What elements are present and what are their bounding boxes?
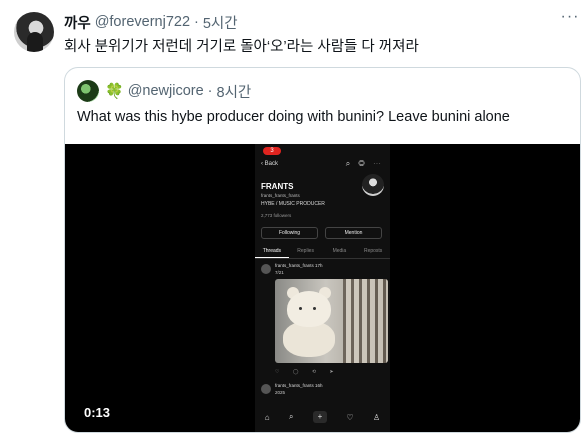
- heart-icon: ♡: [346, 412, 354, 422]
- plus-icon: +: [312, 411, 327, 423]
- home-icon: ⌂: [264, 412, 270, 422]
- quoted-author-avatar: [77, 80, 99, 102]
- video-frame-phone-screenshot: 3 ‹ Back ⌕ ◎ ⋯ FRANTS frants_frants_fran…: [255, 144, 390, 432]
- post-actions: ♡ ◯ ⟲ ➤: [275, 369, 340, 375]
- quoted-tweet-text: What was this hybe producer doing with b…: [77, 109, 510, 125]
- clover-icon: 🍀: [105, 83, 124, 100]
- more-options-icon[interactable]: ···: [560, 9, 580, 30]
- tab-threads: Threads: [255, 245, 289, 258]
- quoted-tweet-time: 8시간: [216, 84, 252, 101]
- back-label: ‹ Back: [261, 161, 279, 167]
- separator-dot: ·: [194, 14, 199, 30]
- profile-bio: HYBE / MUSIC PRODUCER: [261, 201, 325, 207]
- shelf: [343, 279, 388, 363]
- tab-replies: Replies: [297, 248, 314, 254]
- quoted-tweet[interactable]: 🍀 @newjicore · 8시간 What was this hybe pr…: [64, 67, 581, 433]
- post-avatar: [261, 264, 271, 274]
- header-icons: ⌕ ◎ ⋯: [345, 159, 384, 168]
- tweet-header: 까우 @forevernj722 · 5시간: [64, 12, 238, 32]
- video-duration: 0:13: [84, 405, 111, 420]
- post-username: frants_frants_frants 17h: [275, 263, 323, 268]
- post-avatar: [261, 384, 271, 394]
- tab-media: Media: [332, 248, 347, 254]
- profile-icon: ♙: [373, 412, 381, 422]
- quoted-author-handle: @newjicore: [127, 83, 204, 99]
- post-username: frants_frants_frants 16h: [275, 383, 323, 388]
- tweet[interactable]: 까우 @forevernj722 · 5시간 ··· 회사 분위기가 저런데 거…: [0, 0, 587, 434]
- post-text: 7/21: [275, 270, 284, 275]
- video-player[interactable]: 3 ‹ Back ⌕ ◎ ⋯ FRANTS frants_frants_fran…: [65, 144, 580, 432]
- separator-dot: ·: [207, 83, 213, 99]
- post-text: 2025: [275, 390, 286, 395]
- author-avatar[interactable]: [14, 12, 54, 52]
- profile-tabs: Threads Replies Media Reposts: [255, 245, 390, 259]
- tweet-text: 회사 분위기가 저런데 거기로 돌아‘오’라는 사람들 다 꺼져라: [64, 39, 419, 55]
- author-name[interactable]: 까우: [64, 12, 91, 33]
- tweet-time[interactable]: 5시간: [203, 12, 238, 33]
- following-button: Following: [261, 227, 318, 239]
- profile-picture: [362, 174, 384, 196]
- author-handle[interactable]: @forevernj722: [95, 14, 190, 30]
- quoted-tweet-header: 🍀 @newjicore · 8시간: [105, 81, 251, 101]
- profile-name: FRANTS: [261, 182, 294, 191]
- post-image-plush-toy: [275, 279, 388, 363]
- profile-username: frants_frants_frants: [261, 193, 300, 198]
- recording-indicator: 3: [263, 147, 281, 155]
- plush-toy: [283, 287, 335, 357]
- tab-reposts: Reposts: [363, 248, 383, 254]
- bottom-nav: ⌂ ⌕ + ♡ ♙: [255, 407, 390, 427]
- profile-followers: 2,773 followers: [261, 213, 292, 218]
- search-icon: ⌕: [289, 412, 294, 421]
- mention-button: Mention: [325, 227, 382, 239]
